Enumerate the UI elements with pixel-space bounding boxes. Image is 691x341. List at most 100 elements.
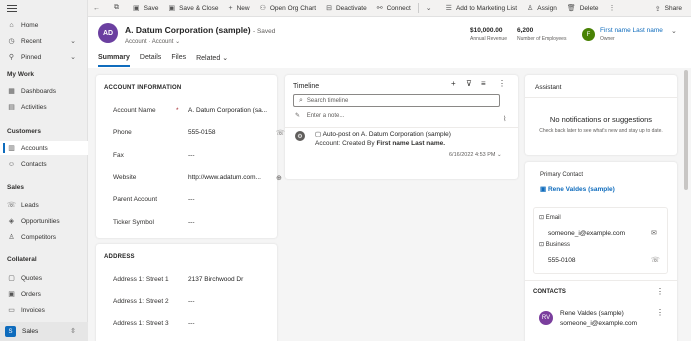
phone-call-icon[interactable]: ☏ (651, 256, 660, 264)
page-scrollbar[interactable] (684, 70, 688, 190)
more-vertical-icon[interactable]: ⋮ (656, 287, 664, 296)
chevron-down-icon: ⌄ (175, 39, 181, 45)
more-vertical-icon[interactable]: ⋮ (656, 308, 664, 317)
timeline-search-input[interactable]: ⌕ Search timeline (293, 94, 500, 107)
trash-icon: 🗑 (566, 5, 576, 12)
save-close-icon: ▣ (168, 5, 176, 12)
nav-pinned[interactable]: ⚲ Pinned ⌄ (0, 50, 88, 64)
hamburger-menu-icon[interactable] (7, 5, 17, 13)
business-phone-value[interactable]: 555-0108 (548, 257, 575, 264)
pin-icon: ⚲ (8, 54, 15, 61)
nav-recent[interactable]: ◷ Recent ⌄ (0, 34, 88, 48)
contact-name[interactable]: Rene Valdes (sample) (560, 310, 624, 317)
nav-home[interactable]: ⌂ Home (0, 18, 88, 32)
nav-contacts[interactable]: ☺ Contacts (0, 157, 88, 171)
list-add-icon: ☰ (445, 5, 452, 12)
assistant-section: Assistant No notifications or suggestion… (525, 75, 677, 155)
tab-details[interactable]: Details (140, 54, 161, 67)
account-name-input[interactable]: A. Datum Corporation (sa... (188, 107, 268, 114)
add-to-marketing-list-button[interactable]: ☰ Add to Marketing List (441, 0, 522, 17)
nav-quotes[interactable]: ▢ Quotes (0, 271, 88, 285)
save-button[interactable]: ▣ Save (128, 0, 163, 17)
ticker-symbol-input[interactable]: --- (188, 219, 268, 226)
street-1-input[interactable]: 2137 Birchwood Dr (188, 276, 268, 283)
field-label: Website (113, 174, 137, 181)
popout-button[interactable]: ⧉ (109, 0, 128, 17)
delete-button[interactable]: 🗑 Delete (562, 0, 604, 17)
field-label: Fax (113, 152, 124, 159)
sort-list-icon[interactable]: ≡ (481, 79, 486, 88)
new-label: New (236, 4, 250, 12)
separator-dot: · (148, 39, 151, 45)
nav-invoices[interactable]: ▭ Invoices (0, 303, 88, 317)
chevron-down-icon[interactable]: ⌄ (497, 152, 502, 158)
field-label: Phone (113, 129, 132, 136)
nav-accounts[interactable]: ▥ Accounts (0, 141, 88, 155)
nav-orders[interactable]: ▣ Orders (0, 287, 88, 301)
annual-revenue-stat: $10,000.00 Annual Revenue (470, 27, 507, 42)
sitemap-sidebar: ⌂ Home ◷ Recent ⌄ ⚲ Pinned ⌄ My Work ▦ D… (0, 0, 88, 341)
primary-contact-name: Rene Valdes (sample) (547, 186, 615, 193)
email-send-icon[interactable]: ✉ (651, 229, 657, 237)
tab-files[interactable]: Files (171, 54, 186, 67)
tab-summary[interactable]: Summary (98, 54, 130, 67)
chevron-down-icon[interactable]: ⌄ (70, 53, 76, 61)
field-address-street-2: Address 1: Street 2 --- (113, 298, 278, 310)
share-button[interactable]: ⇪ Share (650, 0, 687, 17)
contact-icon: ☺ (7, 160, 16, 168)
chevron-down-icon: ⌄ (425, 5, 432, 12)
more-vertical-icon[interactable]: ⋮ (498, 79, 506, 88)
contact-email[interactable]: someone_i@example.com (560, 320, 637, 327)
deactivate-button[interactable]: ⊟ Deactivate (321, 0, 372, 17)
nav-leads-label: Leads (21, 201, 39, 209)
contacts-title: CONTACTS (533, 289, 566, 295)
assistant-title: Assistant (535, 84, 562, 91)
save-close-button[interactable]: ▣ Save & Close (163, 0, 223, 17)
email-value[interactable]: someone_i@example.com (548, 230, 625, 237)
tab-related[interactable]: Related ⌄ (196, 54, 228, 67)
more-commands-button[interactable]: ⋮ (604, 0, 625, 17)
connect-button[interactable]: ⚯ Connect (372, 0, 416, 17)
phone-call-icon[interactable]: ☏ (276, 129, 285, 137)
annual-revenue-label: Annual Revenue (470, 36, 507, 42)
street-3-input[interactable]: --- (188, 320, 268, 327)
area-switcher[interactable]: S Sales ⇳ (0, 322, 88, 341)
nav-opportunities-label: Opportunities (21, 217, 60, 225)
filter-icon[interactable]: ⊽ (466, 79, 472, 88)
connect-more-button[interactable]: ⌄ (421, 0, 441, 17)
phone-input[interactable]: 555-0158 (188, 129, 268, 136)
fax-input[interactable]: --- (188, 152, 268, 159)
globe-icon[interactable]: ⊕ (276, 174, 282, 182)
street-2-input[interactable]: --- (188, 298, 268, 305)
assign-button[interactable]: ♙ Assign (522, 0, 562, 17)
post-body-prefix: Account: Created By (315, 140, 375, 147)
note-placeholder: Enter a note... (306, 113, 345, 119)
note-input[interactable]: ✎ Enter a note... (295, 112, 344, 119)
nav-activities[interactable]: ▤ Activities (0, 100, 88, 114)
nav-competitors[interactable]: ♙ Competitors (0, 230, 88, 244)
back-button[interactable]: ← (88, 0, 109, 17)
nav-competitors-label: Competitors (21, 233, 57, 241)
nav-home-label: Home (21, 21, 39, 29)
chevron-down-icon[interactable]: ⌄ (671, 27, 677, 35)
attachment-icon[interactable]: ⌇ (503, 115, 506, 123)
new-button[interactable]: + New (223, 0, 254, 17)
nav-opportunities[interactable]: ◈ Opportunities (0, 214, 88, 228)
field-label: Ticker Symbol (113, 219, 154, 226)
open-org-chart-button[interactable]: ⚇ Open Org Chart (255, 0, 322, 17)
add-activity-icon[interactable]: + (451, 79, 456, 88)
address-section: ADDRESS Address 1: Street 1 2137 Birchwo… (96, 244, 277, 341)
chevron-down-icon[interactable]: ⌄ (70, 37, 76, 45)
auto-post-icon: ⚙ (295, 131, 305, 141)
parent-account-lookup[interactable]: --- (188, 196, 268, 203)
form-selector[interactable]: Account ⌄ (152, 39, 180, 45)
divider (525, 97, 677, 98)
required-marker: * (176, 107, 179, 114)
primary-contact-link[interactable]: ▣ Rene Valdes (sample) (540, 185, 615, 193)
nav-dashboards[interactable]: ▦ Dashboards (0, 84, 88, 98)
post-time-text: 6/16/2022 4:53 PM (449, 152, 496, 158)
website-input[interactable]: http://www.adatum.com... (188, 174, 268, 181)
owner-link[interactable]: First name Last name (600, 27, 663, 34)
assistant-empty-body: Check back later to see what's new and s… (539, 128, 663, 134)
nav-leads[interactable]: ☏ Leads (0, 198, 88, 212)
